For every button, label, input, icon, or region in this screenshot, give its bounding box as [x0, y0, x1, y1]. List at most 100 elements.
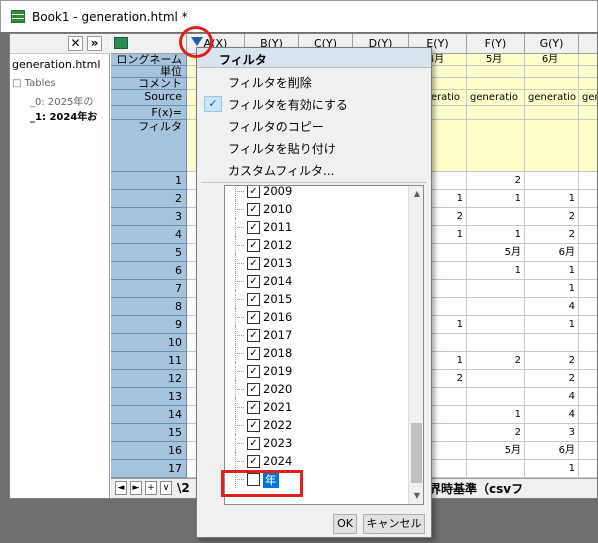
value-checkbox[interactable]: ✓ — [247, 293, 260, 306]
row-number[interactable]: 16 — [111, 442, 187, 460]
filter-value-item[interactable]: ✓ 2010 — [225, 200, 409, 218]
meta-cell[interactable] — [579, 120, 597, 172]
data-cell[interactable] — [579, 226, 597, 244]
meta-cell[interactable] — [525, 78, 579, 90]
filter-value-item[interactable]: ✓ 2023 — [225, 434, 409, 452]
data-cell[interactable] — [579, 298, 597, 316]
row-label[interactable]: F(x)= — [111, 106, 187, 120]
row-label[interactable]: 単位 — [111, 66, 187, 78]
filter-menu-item[interactable]: ✓ フィルタを有効にする — [198, 93, 430, 115]
data-cell[interactable] — [579, 334, 597, 352]
filter-menu-item[interactable]: フィルタを削除 — [198, 71, 430, 93]
meta-cell[interactable]: generatio — [579, 90, 597, 106]
filter-value-item[interactable]: ✓ 2024 — [225, 452, 409, 470]
data-cell[interactable] — [579, 406, 597, 424]
list-scrollbar[interactable]: ▲ ▼ — [408, 186, 423, 504]
data-cell[interactable] — [467, 388, 525, 406]
data-cell[interactable]: 2 — [525, 226, 579, 244]
book-name[interactable]: generation.html — [12, 58, 106, 71]
meta-cell[interactable] — [525, 120, 579, 172]
ok-button[interactable]: OK — [333, 514, 357, 534]
data-cell[interactable] — [467, 334, 525, 352]
filter-menu-item[interactable]: カスタムフィルタ... — [198, 159, 430, 181]
data-cell[interactable]: 1 — [525, 190, 579, 208]
data-cell[interactable] — [579, 424, 597, 442]
data-cell[interactable] — [467, 370, 525, 388]
value-checkbox[interactable]: ✓ — [247, 311, 260, 324]
data-cell[interactable]: 5月 — [467, 442, 525, 460]
data-cell[interactable]: 1 — [525, 460, 579, 478]
row-label[interactable]: コメント — [111, 78, 187, 90]
data-cell[interactable]: 4 — [525, 388, 579, 406]
data-cell[interactable] — [467, 316, 525, 334]
filter-value-item[interactable]: ✓ 2022 — [225, 416, 409, 434]
value-checkbox[interactable]: ✓ — [247, 203, 260, 216]
prev-sheet-icon[interactable]: ◄ — [115, 481, 127, 495]
meta-cell[interactable] — [467, 120, 525, 172]
filter-value-item[interactable]: ✓ 2013 — [225, 254, 409, 272]
row-number[interactable]: 14 — [111, 406, 187, 424]
data-cell[interactable] — [467, 208, 525, 226]
row-number[interactable]: 12 — [111, 370, 187, 388]
value-checkbox[interactable]: ✓ — [247, 383, 260, 396]
meta-cell[interactable]: generatio — [467, 90, 525, 106]
data-cell[interactable] — [579, 172, 597, 190]
data-cell[interactable]: 2 — [525, 352, 579, 370]
data-cell[interactable]: 4 — [525, 406, 579, 424]
filter-menu-item[interactable]: フィルタのコピー — [198, 115, 430, 137]
corner-cell[interactable] — [111, 34, 187, 54]
data-cell[interactable] — [579, 190, 597, 208]
data-cell[interactable]: 1 — [467, 190, 525, 208]
row-number[interactable]: 4 — [111, 226, 187, 244]
row-number[interactable]: 2 — [111, 190, 187, 208]
value-checkbox[interactable]: ✓ — [247, 401, 260, 414]
row-number[interactable]: 9 — [111, 316, 187, 334]
data-cell[interactable]: 3 — [525, 424, 579, 442]
data-cell[interactable] — [579, 460, 597, 478]
data-cell[interactable] — [579, 208, 597, 226]
meta-cell[interactable]: 6月 — [525, 54, 579, 66]
tree-node-table-1[interactable]: _1: 2024年お — [12, 108, 108, 123]
row-label[interactable]: ロングネーム — [111, 54, 187, 66]
filter-value-item[interactable]: ✓ 2011 — [225, 218, 409, 236]
value-checkbox[interactable]: ✓ — [247, 257, 260, 270]
add-sheet-icon[interactable]: + — [145, 481, 157, 495]
row-number[interactable]: 13 — [111, 388, 187, 406]
filter-value-item[interactable]: ✓ 2014 — [225, 272, 409, 290]
expand-icon[interactable]: » — [87, 36, 102, 51]
filter-value-item[interactable]: ✓ 2012 — [225, 236, 409, 254]
data-cell[interactable]: 2 — [525, 370, 579, 388]
data-cell[interactable]: 1 — [467, 406, 525, 424]
data-cell[interactable] — [467, 280, 525, 298]
row-number[interactable]: 7 — [111, 280, 187, 298]
row-number[interactable]: 15 — [111, 424, 187, 442]
data-cell[interactable] — [525, 334, 579, 352]
meta-cell[interactable] — [525, 66, 579, 78]
value-checkbox[interactable]: ✓ — [247, 329, 260, 342]
data-cell[interactable] — [579, 244, 597, 262]
data-cell[interactable]: 5月 — [467, 244, 525, 262]
filter-value-item[interactable]: ✓ 2009 — [225, 186, 409, 200]
data-cell[interactable]: 1 — [467, 226, 525, 244]
filter-value-item[interactable]: ✓ 2018 — [225, 344, 409, 362]
row-number[interactable]: 3 — [111, 208, 187, 226]
value-checkbox[interactable]: ✓ — [247, 365, 260, 378]
data-cell[interactable] — [579, 262, 597, 280]
meta-cell[interactable] — [467, 78, 525, 90]
filter-value-item[interactable]: ✓ 2017 — [225, 326, 409, 344]
data-cell[interactable] — [467, 460, 525, 478]
data-cell[interactable] — [579, 388, 597, 406]
value-checkbox[interactable]: ✓ — [247, 239, 260, 252]
row-label[interactable]: フィルタ — [111, 120, 187, 172]
sheet-tab[interactable]: 界時基準（csvフ — [429, 480, 549, 497]
data-cell[interactable]: 2 — [525, 208, 579, 226]
data-cell[interactable] — [579, 280, 597, 298]
column-header[interactable]: G(Y) — [525, 34, 579, 54]
filter-value-item[interactable]: ✓ 2019 — [225, 362, 409, 380]
meta-cell[interactable] — [579, 106, 597, 120]
filter-menu-item[interactable]: フィルタを貼り付け — [198, 137, 430, 159]
row-number[interactable]: 11 — [111, 352, 187, 370]
data-cell[interactable] — [467, 298, 525, 316]
data-cell[interactable] — [579, 316, 597, 334]
meta-cell[interactable]: generatio — [525, 90, 579, 106]
